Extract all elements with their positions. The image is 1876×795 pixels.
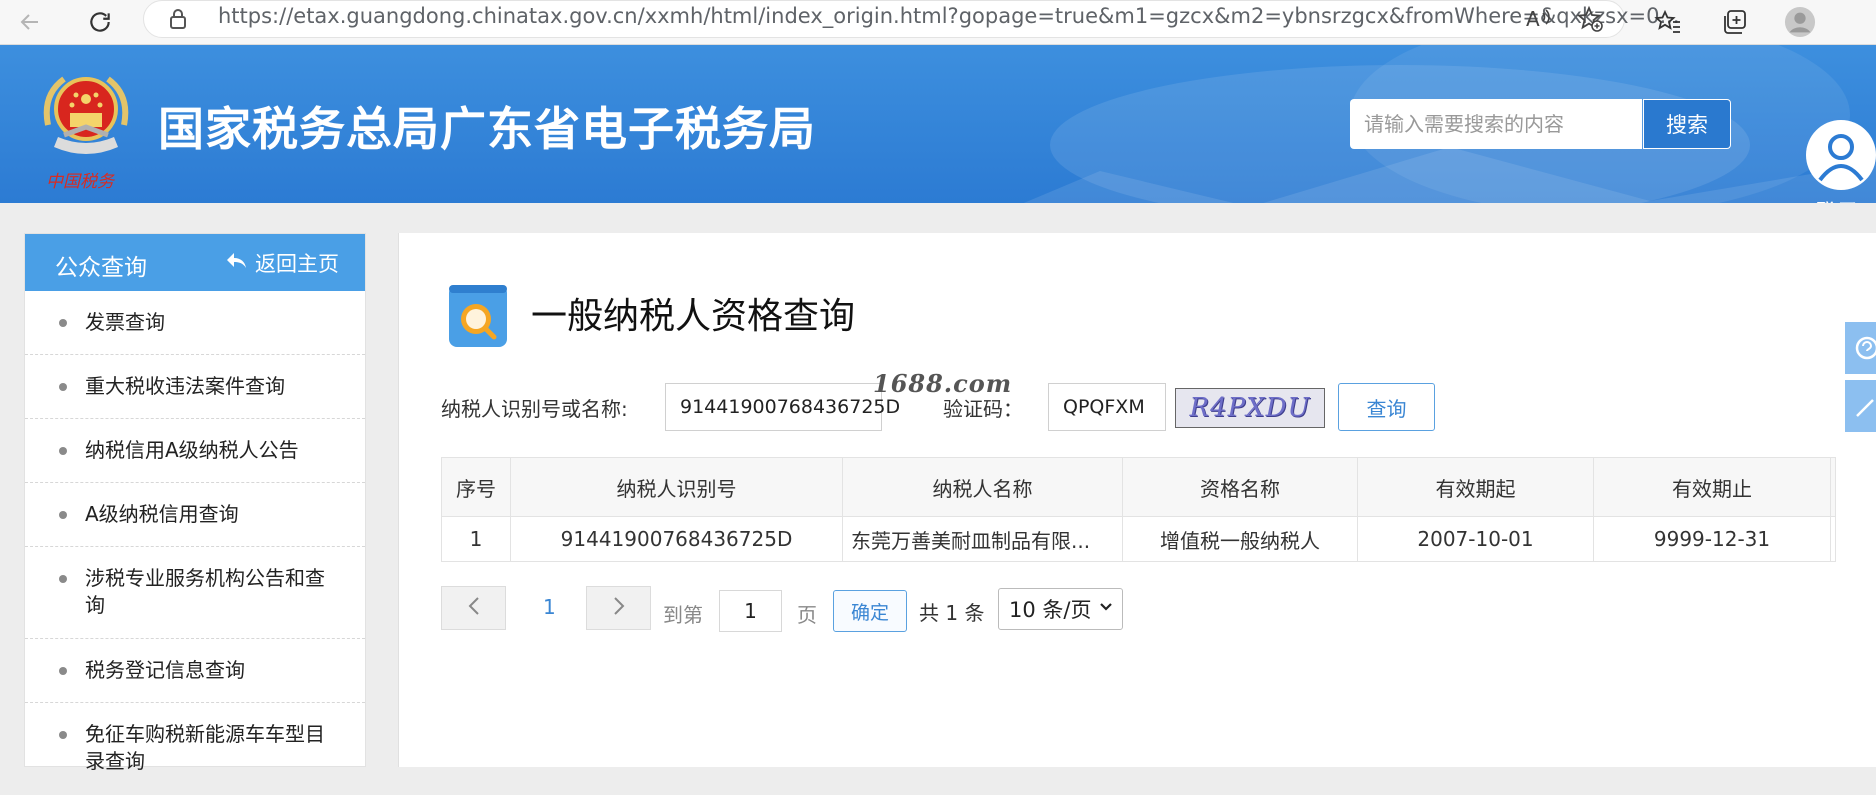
collections-icon[interactable] bbox=[1718, 6, 1750, 38]
sidebar-item-violation-cases[interactable]: 重大税收违法案件查询 bbox=[25, 355, 365, 419]
column-header: 纳税人名称 bbox=[842, 457, 1123, 517]
column-header: 有效期起 bbox=[1357, 457, 1594, 517]
sidebar-item-service-agencies[interactable]: 涉税专业服务机构公告和查询 bbox=[25, 547, 365, 639]
emblem-caption: 中国税务 bbox=[46, 172, 114, 192]
bullet-icon bbox=[59, 319, 67, 327]
return-arrow-icon bbox=[225, 251, 247, 276]
query-button[interactable]: 查询 bbox=[1338, 383, 1435, 431]
table-cell: 91441900768436725D bbox=[510, 516, 843, 562]
url-text[interactable]: https://etax.guangdong.chinatax.gov.cn/x… bbox=[218, 4, 1680, 28]
site-search-input[interactable] bbox=[1350, 99, 1642, 149]
online-help-button[interactable] bbox=[1845, 322, 1876, 374]
bullet-icon bbox=[59, 511, 67, 519]
column-header: 序号 bbox=[441, 457, 511, 517]
page-unit-label: 页 bbox=[797, 603, 817, 627]
page-size-value[interactable]: 10 条/页 bbox=[1009, 594, 1091, 624]
favorites-icon[interactable] bbox=[1652, 6, 1684, 38]
sidebar-item-registration-info[interactable]: 税务登记信息查询 bbox=[25, 639, 365, 703]
site-header: 中国税务 国家税务总局广东省电子税务局 搜索 登录 bbox=[0, 45, 1876, 203]
column-header bbox=[1830, 457, 1836, 517]
sidebar-item-a-grade-query[interactable]: A级纳税信用查询 bbox=[25, 483, 365, 547]
bullet-icon bbox=[59, 447, 67, 455]
favorite-add-icon[interactable] bbox=[1576, 5, 1604, 37]
page-title: 一般纳税人资格查询 bbox=[531, 296, 856, 337]
chevron-left-icon bbox=[467, 594, 481, 622]
bullet-icon bbox=[59, 731, 67, 739]
page-size-select[interactable]: 10 条/页 bbox=[998, 588, 1123, 630]
taxpayer-id-label: 纳税人识别号或名称: bbox=[441, 397, 628, 421]
goto-page-input[interactable]: 1 bbox=[719, 590, 782, 632]
prev-page-button[interactable] bbox=[441, 586, 506, 630]
goto-label: 到第 bbox=[663, 603, 703, 627]
reload-icon[interactable] bbox=[84, 6, 116, 38]
read-aloud-icon[interactable]: A bbox=[1524, 5, 1552, 37]
back-arrow-icon[interactable] bbox=[14, 6, 46, 38]
sidebar-item-label[interactable]: A级纳税信用查询 bbox=[85, 501, 335, 528]
search-button[interactable]: 搜索 bbox=[1643, 99, 1731, 149]
captcha-image[interactable]: R4PXDU bbox=[1175, 388, 1325, 428]
sidebar-item-new-energy-vehicles[interactable]: 免征车购税新能源车车型目录查询 bbox=[25, 703, 365, 795]
table-cell bbox=[1830, 516, 1836, 562]
back-home-link[interactable]: 返回主页 bbox=[225, 248, 339, 278]
table-header-row: 序号 纳税人识别号 纳税人名称 资格名称 有效期起 有效期止 bbox=[441, 457, 1836, 517]
table-cell: 1 bbox=[441, 516, 511, 562]
login-avatar-icon[interactable] bbox=[1806, 120, 1876, 190]
sidebar-item-a-grade-announcement[interactable]: 纳税信用A级纳税人公告 bbox=[25, 419, 365, 483]
current-page[interactable]: 1 bbox=[543, 595, 556, 619]
address-bar[interactable]: https://etax.guangdong.chinatax.gov.cn/x… bbox=[143, 0, 1680, 38]
results-table: 序号 纳税人识别号 纳税人名称 资格名称 有效期起 有效期止 1 9144190… bbox=[441, 457, 1836, 562]
bullet-icon bbox=[59, 383, 67, 391]
captcha-label: 验证码： bbox=[943, 397, 1023, 421]
search-doc-icon bbox=[445, 283, 511, 349]
lock-icon[interactable] bbox=[168, 7, 188, 35]
taxpayer-id-input[interactable]: 91441900768436725D bbox=[665, 383, 900, 431]
total-count: 共 1 条 bbox=[919, 601, 985, 625]
sidebar-item-invoice[interactable]: 发票查询 bbox=[25, 291, 365, 355]
bullet-icon bbox=[59, 575, 67, 583]
captcha-input[interactable]: QPQFXM bbox=[1048, 383, 1166, 431]
sidebar-item-label[interactable]: 涉税专业服务机构公告和查询 bbox=[85, 565, 335, 619]
chat-help-icon bbox=[1845, 336, 1876, 378]
column-header: 有效期止 bbox=[1593, 457, 1831, 517]
column-header: 纳税人识别号 bbox=[510, 457, 843, 517]
arrow-up-icon bbox=[1845, 399, 1876, 436]
sidebar-item-label[interactable]: 税务登记信息查询 bbox=[85, 657, 335, 684]
main-panel: 一般纳税人资格查询 纳税人识别号或名称: 91441900768436725D … bbox=[398, 233, 1876, 767]
chevron-down-icon bbox=[1098, 597, 1114, 622]
next-page-button[interactable] bbox=[586, 586, 651, 630]
sidebar-header: 公众查询 返回主页 bbox=[25, 234, 365, 291]
login-link[interactable]: 登录 bbox=[1815, 195, 1859, 203]
table-cell: 9999-12-31 bbox=[1593, 516, 1831, 562]
column-header: 资格名称 bbox=[1122, 457, 1358, 517]
back-home-label[interactable]: 返回主页 bbox=[255, 248, 339, 278]
site-title: 国家税务总局广东省电子税务局 bbox=[158, 102, 816, 156]
table-row[interactable]: 1 91441900768436725D 东莞万善美耐皿制品有限... 增值税一… bbox=[441, 516, 1836, 562]
back-to-top-button[interactable] bbox=[1845, 380, 1876, 432]
sidebar-item-label[interactable]: 重大税收违法案件查询 bbox=[85, 373, 335, 400]
sidebar: 公众查询 返回主页 发票查询 重大税收违法案件查询 纳税信用A级纳税人公告 A级… bbox=[24, 233, 366, 773]
sidebar-title: 公众查询 bbox=[55, 255, 147, 281]
browser-toolbar: https://etax.guangdong.chinatax.gov.cn/x… bbox=[0, 0, 1876, 45]
svg-text:A: A bbox=[1526, 7, 1540, 31]
table-cell: 2007-10-01 bbox=[1357, 516, 1594, 562]
profile-icon[interactable] bbox=[1784, 6, 1816, 38]
sidebar-item-label[interactable]: 纳税信用A级纳税人公告 bbox=[85, 437, 335, 464]
chevron-right-icon bbox=[612, 594, 626, 622]
bullet-icon bbox=[59, 667, 67, 675]
tax-emblem-icon bbox=[34, 65, 138, 169]
sidebar-item-label[interactable]: 发票查询 bbox=[85, 309, 335, 336]
table-cell: 增值税一般纳税人 bbox=[1122, 516, 1358, 562]
goto-confirm-button[interactable]: 确定 bbox=[833, 590, 907, 632]
table-cell: 东莞万善美耐皿制品有限... bbox=[842, 516, 1123, 562]
